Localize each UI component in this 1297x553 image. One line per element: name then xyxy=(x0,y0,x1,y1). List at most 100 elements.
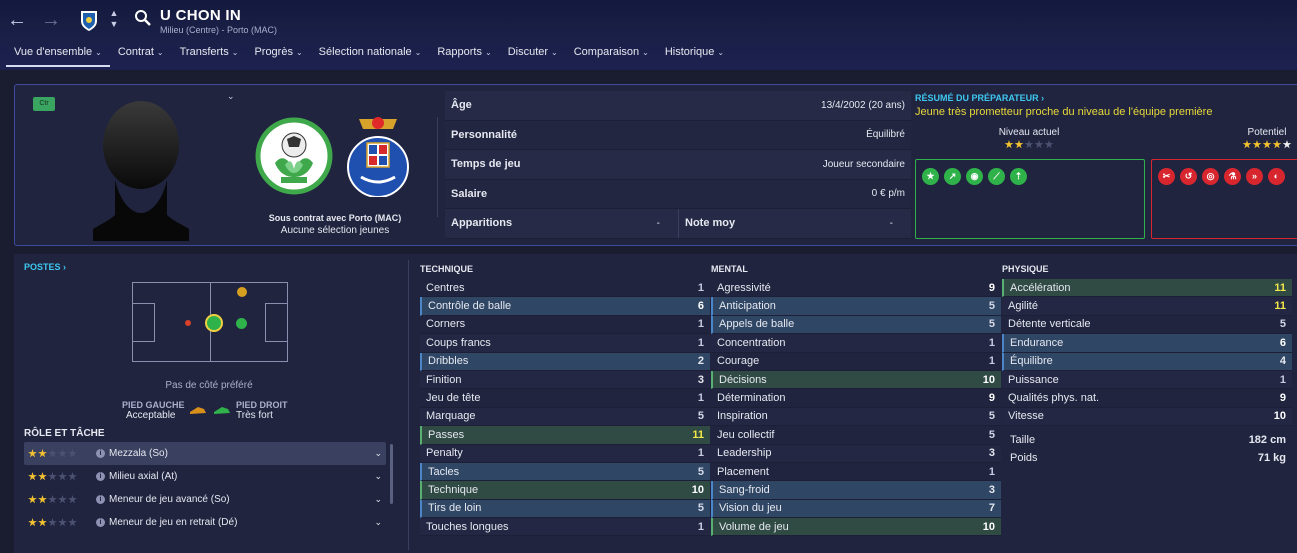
attribute-row[interactable]: Détermination 9 xyxy=(711,389,1001,408)
attribute-row[interactable]: Touches longues 1 xyxy=(420,518,710,537)
attribute-row[interactable]: Centres 1 xyxy=(420,279,710,298)
star-icon xyxy=(1044,140,1054,149)
position-dot-amc[interactable] xyxy=(237,287,247,297)
attribute-row[interactable]: Anticipation 5 xyxy=(711,297,1001,316)
tab-history[interactable]: Historique ⌄ xyxy=(657,44,732,66)
attribute-row[interactable]: Agilité 11 xyxy=(1002,297,1292,316)
chevron-down-icon[interactable]: ⌄ xyxy=(374,494,382,505)
chevron-down-icon[interactable]: ⌄ xyxy=(374,517,382,528)
star-trait-icon[interactable]: ★ xyxy=(922,168,939,185)
attribute-row[interactable]: Coups francs 1 xyxy=(420,334,710,353)
search-icon[interactable] xyxy=(134,9,152,27)
attribute-row[interactable]: Détente verticale 5 xyxy=(1002,316,1292,335)
attribute-name: Dribbles xyxy=(428,355,469,368)
attribute-row[interactable]: Vitesse 10 xyxy=(1002,407,1292,427)
tab-transfers[interactable]: Transferts ⌄ xyxy=(172,44,247,66)
player-switch-arrows[interactable]: ▲ ▼ xyxy=(108,8,120,30)
info-icon[interactable]: i xyxy=(96,449,105,458)
attribute-row[interactable]: Contrôle de balle 6 xyxy=(420,297,710,316)
attribute-row[interactable]: Jeu collectif 5 xyxy=(711,426,1001,445)
pass-trait-icon[interactable]: ⟋ xyxy=(988,168,1005,185)
chevron-down-icon[interactable]: ⌄ xyxy=(374,471,382,482)
info-row-playtime[interactable]: Temps de jeu Joueur secondaire xyxy=(445,150,911,180)
back-button[interactable]: ← xyxy=(6,9,28,31)
info-icon[interactable]: i xyxy=(96,472,105,481)
coach-summary-link[interactable]: RÉSUMÉ DU PRÉPARATEUR › xyxy=(915,93,1297,103)
attribute-name: Anticipation xyxy=(719,300,776,313)
attribute-value: 10 xyxy=(1273,410,1286,423)
setpiece-trait-icon[interactable]: ◐ xyxy=(1268,168,1285,185)
sprint-trait-icon[interactable]: » xyxy=(1246,168,1263,185)
trend-trait-icon[interactable]: ↗ xyxy=(944,168,961,185)
pitch-diagram xyxy=(132,282,288,362)
role-item[interactable]: i Mezzala (So) ⌄ xyxy=(24,442,386,465)
tab-reports[interactable]: Rapports ⌄ xyxy=(429,44,499,66)
club-badge-icon[interactable] xyxy=(78,8,100,32)
tab-contract[interactable]: Contrat ⌄ xyxy=(110,44,172,66)
run-trait-icon[interactable]: ⇡ xyxy=(1010,168,1027,185)
attribute-value: 1 xyxy=(697,281,704,294)
appearances-cell[interactable]: Apparitions - xyxy=(445,209,678,238)
position-dot-am[interactable] xyxy=(236,318,247,329)
position-badge: Ctr xyxy=(33,97,55,111)
attribute-row[interactable]: Jeu de tête 1 xyxy=(420,389,710,408)
position-dot-mc[interactable] xyxy=(205,314,223,332)
attribute-row[interactable]: Corners 1 xyxy=(420,316,710,335)
chevron-down-icon[interactable]: ⌄ xyxy=(374,448,382,459)
positions-link[interactable]: POSTES › xyxy=(24,262,66,272)
attribute-row[interactable]: Finition 3 xyxy=(420,370,710,390)
scrollbar[interactable] xyxy=(390,444,393,504)
role-item[interactable]: i Milieu axial (At) ⌄ xyxy=(24,465,386,488)
role-item[interactable]: i Meneur de jeu en retrait (Dé) ⌄ xyxy=(24,511,386,534)
info-icon[interactable]: i xyxy=(96,495,105,504)
attribute-row[interactable]: Leadership 3 xyxy=(711,444,1001,463)
attribute-row[interactable]: Sang-froid 3 xyxy=(711,481,1001,500)
tab-overview[interactable]: Vue d'ensemble ⌄ xyxy=(6,44,110,67)
attribute-row[interactable]: Appels de balle 5 xyxy=(711,315,1001,335)
attribute-row[interactable]: Agressivité 9 xyxy=(711,279,1001,298)
header-trait-icon[interactable]: ↺ xyxy=(1180,168,1197,185)
tab-progress[interactable]: Progrès ⌄ xyxy=(246,44,310,66)
attribute-value: 1 xyxy=(988,336,995,349)
avg-rating-cell[interactable]: Note moy - xyxy=(678,209,911,238)
attribute-row[interactable]: Décisions 10 xyxy=(711,370,1001,390)
attribute-row[interactable]: Dribbles 2 xyxy=(420,352,710,371)
attribute-row[interactable]: Vision du jeu 7 xyxy=(711,499,1001,519)
attribute-row[interactable]: Endurance 6 xyxy=(1002,334,1292,353)
position-dot-dm[interactable] xyxy=(185,320,191,326)
attribute-row[interactable]: Qualités phys. nat. 9 xyxy=(1002,389,1292,408)
attribute-row[interactable]: Tirs de loin 5 xyxy=(420,499,710,519)
attribute-row[interactable]: Passes 11 xyxy=(420,426,710,445)
chevron-down-icon[interactable]: ⌄ xyxy=(227,91,235,102)
role-item[interactable]: i Meneur de jeu avancé (So) ⌄ xyxy=(24,488,386,511)
attribute-row[interactable]: Inspiration 5 xyxy=(711,407,1001,427)
attribute-row[interactable]: Technique 10 xyxy=(420,481,710,500)
info-row-personality[interactable]: Personnalité Équilibré xyxy=(445,120,911,150)
star-icon xyxy=(68,449,77,458)
brain-trait-icon[interactable]: ◉ xyxy=(966,168,983,185)
info-row-salary[interactable]: Salaire 0 € p/m xyxy=(445,179,911,209)
forward-button[interactable]: → xyxy=(40,9,62,31)
star-icon xyxy=(1024,140,1034,149)
attribute-row[interactable]: Concentration 1 xyxy=(711,334,1001,353)
target-trait-icon[interactable]: ◎ xyxy=(1202,168,1219,185)
attribute-row[interactable]: Accélération 11 xyxy=(1002,279,1292,298)
tab-compare[interactable]: Comparaison ⌄ xyxy=(566,44,657,66)
attribute-row[interactable]: Puissance 1 xyxy=(1002,370,1292,390)
lab-trait-icon[interactable]: ⚗ xyxy=(1224,168,1241,185)
attribute-row[interactable]: Tacles 5 xyxy=(420,462,710,482)
tab-discuss[interactable]: Discuter ⌄ xyxy=(500,44,566,66)
star-icon xyxy=(1252,140,1262,149)
attribute-row[interactable]: Placement 1 xyxy=(711,463,1001,482)
attribute-row[interactable]: Courage 1 xyxy=(711,353,1001,371)
info-icon[interactable]: i xyxy=(96,518,105,527)
attribute-row[interactable]: Équilibre 4 xyxy=(1002,352,1292,371)
contract-status: Sous contrat avec Porto (MAC) xyxy=(268,213,402,223)
attribute-row[interactable]: Marquage 5 xyxy=(420,407,710,427)
tab-national[interactable]: Sélection nationale ⌄ xyxy=(311,44,430,66)
tackle-trait-icon[interactable]: ✂ xyxy=(1158,168,1175,185)
attribute-value: 9 xyxy=(1279,392,1286,405)
boots-icon xyxy=(190,407,230,414)
attribute-row[interactable]: Penalty 1 xyxy=(420,444,710,463)
attribute-row[interactable]: Volume de jeu 10 xyxy=(711,518,1001,537)
